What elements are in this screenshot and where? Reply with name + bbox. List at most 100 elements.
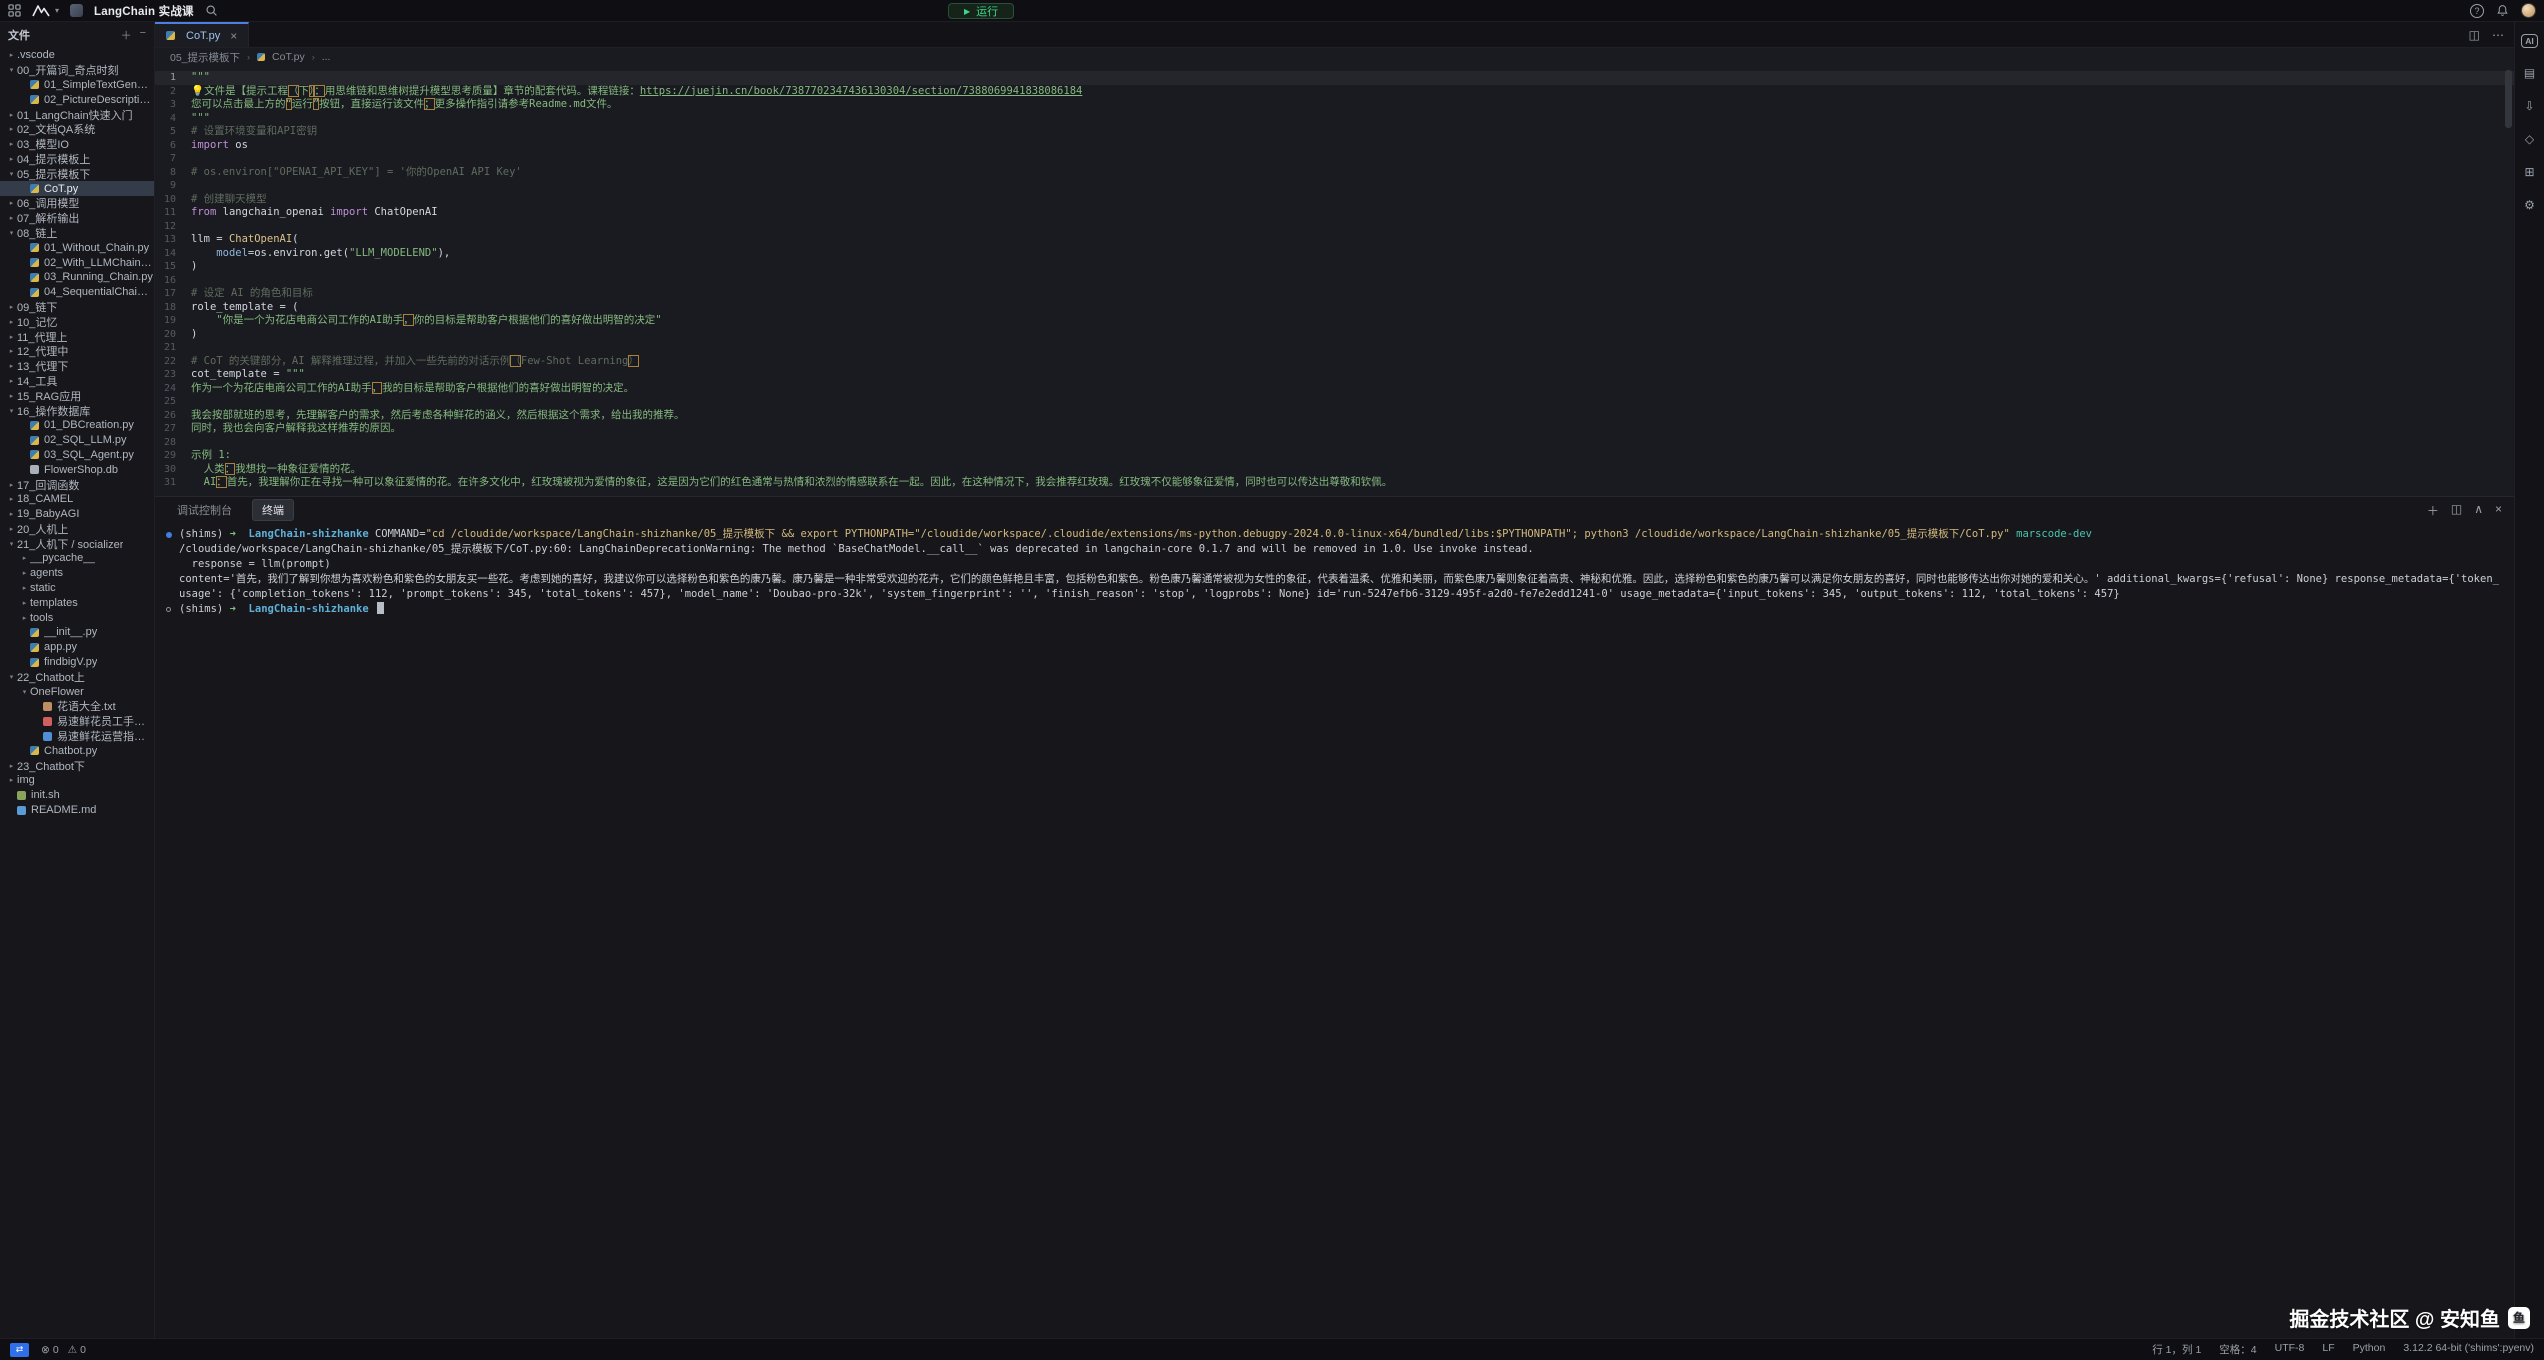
tree-file[interactable]: 花语大全.txt xyxy=(0,699,154,714)
tree-file[interactable]: __init__.py xyxy=(0,625,154,640)
tree-file[interactable]: Chatbot.py xyxy=(0,743,154,758)
tree-folder[interactable]: ▸tools xyxy=(0,610,154,625)
chevron-closed-icon: ▸ xyxy=(6,362,17,370)
tree-folder[interactable]: ▸03_模型IO xyxy=(0,137,154,152)
tree-folder[interactable]: ▸templates xyxy=(0,595,154,610)
breadcrumb-item[interactable]: ... xyxy=(322,51,331,63)
tree-file[interactable]: app.py xyxy=(0,640,154,655)
code-editor[interactable]: 1"""2💡文件是【提示工程（下）：用思维链和思维树提升模型思考质量】章节的配套… xyxy=(155,66,2514,496)
tree-folder[interactable]: ▾05_提示模板下 xyxy=(0,166,154,181)
tree-folder[interactable]: ▾OneFlower xyxy=(0,684,154,699)
breadcrumb-item[interactable]: CoT.py xyxy=(272,51,305,63)
help-icon[interactable]: ? xyxy=(2470,4,2484,18)
workspace-chevron-icon[interactable]: ▾ xyxy=(55,6,59,15)
remote-indicator-icon[interactable]: ⇄ xyxy=(10,1343,29,1357)
tab-close-icon[interactable]: × xyxy=(230,29,237,43)
code-line-content xyxy=(191,152,2514,166)
tree-folder[interactable]: ▸20_人机上 xyxy=(0,522,154,537)
tree-folder[interactable]: ▸17_回调函数 xyxy=(0,477,154,492)
settings-icon[interactable]: ⚙ xyxy=(2521,197,2539,213)
split-editor-icon[interactable]: ◫ xyxy=(2469,28,2480,42)
tree-folder[interactable]: ▸19_BabyAGI xyxy=(0,507,154,522)
menu-grid-icon[interactable] xyxy=(8,4,21,17)
notifications-bell-icon[interactable] xyxy=(2496,4,2509,17)
panel-tab-terminal[interactable]: 终端 xyxy=(252,499,294,521)
install-icon[interactable]: ⇩ xyxy=(2521,98,2539,114)
run-button[interactable]: ▶ 运行 xyxy=(948,3,1014,19)
split-terminal-icon[interactable]: ◫ xyxy=(2451,502,2462,519)
tree-file[interactable]: init.sh xyxy=(0,788,154,803)
tree-file[interactable]: 易速鲜花运营指南.docx xyxy=(0,729,154,744)
tree-file[interactable]: 02_With_LLMChain.py xyxy=(0,255,154,270)
tree-file[interactable]: 03_Running_Chain.py xyxy=(0,270,154,285)
tree-folder[interactable]: ▾21_人机下 / socializer xyxy=(0,536,154,551)
ai-assistant-icon[interactable]: AI xyxy=(2521,34,2538,48)
tree-file[interactable]: 易速鲜花员工手册.pdf xyxy=(0,714,154,729)
tree-folder[interactable]: ▸.vscode xyxy=(0,48,154,63)
tree-file[interactable]: 01_Without_Chain.py xyxy=(0,240,154,255)
tree-folder[interactable]: ▸img xyxy=(0,773,154,788)
marscode-logo-icon[interactable] xyxy=(32,5,50,17)
more-actions-icon[interactable]: ⋯ xyxy=(2492,28,2504,42)
tree-folder[interactable]: ▸06_调用模型 xyxy=(0,196,154,211)
tree-folder[interactable]: ▸07_解析输出 xyxy=(0,211,154,226)
tree-folder[interactable]: ▸18_CAMEL xyxy=(0,492,154,507)
py-file-icon xyxy=(30,273,39,282)
tree-file[interactable]: findbigV.py xyxy=(0,655,154,670)
new-terminal-icon[interactable]: ＋ xyxy=(2427,502,2439,519)
tree-folder[interactable]: ▸10_记忆 xyxy=(0,314,154,329)
terminal[interactable]: (shims) ➜ LangChain-shizhanke COMMAND="c… xyxy=(155,523,2514,617)
tree-folder[interactable]: ▸01_LangChain快速入门 xyxy=(0,107,154,122)
tree-folder[interactable]: ▸23_Chatbot下 xyxy=(0,758,154,773)
status-item[interactable]: 空格：4 xyxy=(2219,1342,2256,1357)
docs-icon[interactable]: ▤ xyxy=(2521,65,2539,81)
tree-file[interactable]: FlowerShop.db xyxy=(0,462,154,477)
tree-folder[interactable]: ▾00_开篇词_奇点时刻 xyxy=(0,63,154,78)
maximize-panel-icon[interactable]: ∧ xyxy=(2474,502,2483,519)
tree-folder[interactable]: ▾22_Chatbot上 xyxy=(0,669,154,684)
code-line-content: model=os.environ.get("LLM_MODELEND"), xyxy=(191,247,2514,261)
tree-folder[interactable]: ▸14_工具 xyxy=(0,374,154,389)
status-item[interactable]: Python xyxy=(2353,1342,2386,1357)
tree-folder[interactable]: ▸13_代理下 xyxy=(0,359,154,374)
collapse-folders-icon[interactable]: − xyxy=(140,27,146,43)
tree-file[interactable]: README.md xyxy=(0,803,154,818)
editor-scrollbar[interactable] xyxy=(2505,70,2512,128)
tree-file[interactable]: 01_DBCreation.py xyxy=(0,418,154,433)
test-icon[interactable]: ◇ xyxy=(2521,131,2539,147)
tree-file[interactable]: 02_PictureDescription.py xyxy=(0,92,154,107)
tree-folder[interactable]: ▸09_链下 xyxy=(0,300,154,315)
tree-folder[interactable]: ▸static xyxy=(0,581,154,596)
tree-folder[interactable]: ▸02_文档QA系统 xyxy=(0,122,154,137)
tree-file[interactable]: 03_SQL_Agent.py xyxy=(0,448,154,463)
tree-file[interactable]: 01_SimpleTextGeneration.py xyxy=(0,78,154,93)
panel-tab-debug-console[interactable]: 调试控制台 xyxy=(167,499,242,521)
tree-folder[interactable]: ▸04_提示模板上 xyxy=(0,152,154,167)
status-item[interactable]: LF xyxy=(2322,1342,2334,1357)
close-panel-icon[interactable]: × xyxy=(2495,502,2502,519)
chevron-closed-icon: ▸ xyxy=(6,481,17,489)
new-file-icon[interactable]: ＋ xyxy=(121,27,132,43)
tree-folder[interactable]: ▸agents xyxy=(0,566,154,581)
chevron-closed-icon: ▸ xyxy=(19,554,30,562)
search-icon[interactable] xyxy=(205,4,218,17)
tab-label: CoT.py xyxy=(186,30,220,42)
tree-folder[interactable]: ▸__pycache__ xyxy=(0,551,154,566)
tree-folder[interactable]: ▸11_代理上 xyxy=(0,329,154,344)
tree-folder[interactable]: ▾08_链上 xyxy=(0,226,154,241)
problems-indicator[interactable]: ⊗ 0 ⚠ 0 xyxy=(41,1344,86,1356)
apps-icon[interactable]: ⊞ xyxy=(2521,164,2539,180)
code-line-content: """ xyxy=(191,71,2514,85)
tree-folder[interactable]: ▸15_RAG应用 xyxy=(0,388,154,403)
tree-folder[interactable]: ▾16_操作数据库 xyxy=(0,403,154,418)
status-item[interactable]: UTF-8 xyxy=(2275,1342,2305,1357)
status-item[interactable]: 3.12.2 64-bit ('shims':pyenv) xyxy=(2403,1342,2534,1357)
user-avatar[interactable] xyxy=(2521,3,2536,18)
breadcrumb-item[interactable]: 05_提示模板下 xyxy=(170,50,240,65)
status-item[interactable]: 行 1，列 1 xyxy=(2152,1342,2201,1357)
tab-cot-py[interactable]: CoT.py × xyxy=(155,22,249,47)
tree-file[interactable]: 04_SequentialChain.py xyxy=(0,285,154,300)
tree-file[interactable]: 02_SQL_LLM.py xyxy=(0,433,154,448)
tree-folder[interactable]: ▸12_代理中 xyxy=(0,344,154,359)
tree-file[interactable]: CoT.py xyxy=(0,181,154,196)
